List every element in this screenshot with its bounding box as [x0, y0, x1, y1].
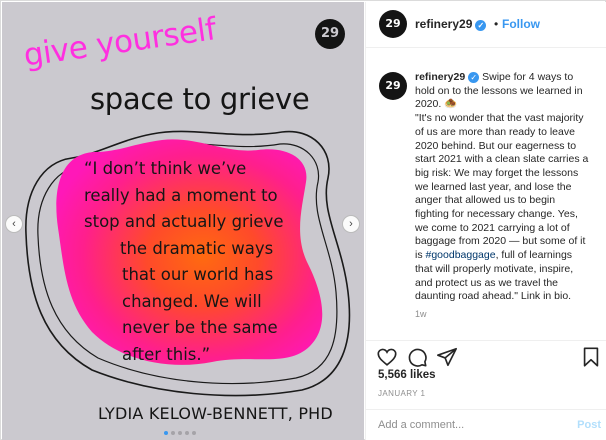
caption-line: fighting for necessary change. Yes, — [415, 208, 578, 221]
caption-username[interactable]: refinery29 — [415, 71, 465, 83]
quote-line: stop and actually grieve — [84, 212, 284, 231]
quote-line: changed. We will — [122, 291, 262, 311]
chevron-left-icon: ‹ — [12, 218, 16, 230]
caption-line-text: is — [415, 249, 426, 262]
verified-badge-icon: ✓ — [468, 72, 480, 83]
quote-line: that our world has — [122, 265, 274, 284]
hashtag-link[interactable]: #goodbaggage — [426, 249, 496, 261]
quote-line: really had a moment to — [84, 185, 278, 205]
quote-line: never be the same — [122, 318, 278, 337]
carousel-dot — [171, 431, 175, 435]
caption-line-text: , full of learnings — [495, 249, 573, 262]
comment-form: Add a comment... Post — [366, 409, 606, 440]
caption-line: anger that allowed us to begin — [415, 194, 556, 207]
carousel-dot — [192, 431, 196, 435]
caption-line: is #goodbaggage, full of learnings — [415, 249, 601, 263]
quote-line: after this.” — [122, 344, 211, 364]
caption-line: hold on to the lessons we learned in — [415, 84, 583, 97]
post-frame: give yourself space to grieve “I don’t t… — [0, 0, 606, 440]
header-separator: • — [494, 17, 499, 31]
bookmark-icon[interactable] — [580, 346, 602, 368]
post-header: 29 refinery29 ✓ • Follow — [366, 2, 606, 48]
heart-icon[interactable] — [376, 346, 398, 368]
caption-line: we come to 2021 carrying a lot of — [415, 221, 570, 234]
carousel-next-button[interactable]: › — [342, 215, 360, 233]
caption-text: refinery29 ✓ Swipe for 4 ways to hold on … — [415, 71, 601, 304]
caption-line: baggage from 2020 — but some of it — [415, 235, 586, 248]
refinery29-logo: 29 — [315, 19, 345, 49]
caption-line: refinery29 ✓ Swipe for 4 ways to — [415, 71, 601, 85]
caption-line: of us are more than ready to leave — [415, 125, 575, 138]
quote-author: LYDIA KELOW-BENNETT, PHD — [98, 404, 333, 423]
carousel-prev-button[interactable]: ‹ — [5, 215, 23, 233]
caption-line-text: Swipe for 4 ways to — [482, 71, 574, 83]
avatar[interactable]: 29 — [379, 10, 407, 38]
caption-line: 2020 behind. But our eagerness to — [415, 139, 577, 152]
post-sidebar: 29 refinery29 ✓ • Follow 29 refinery29 ✓ S… — [365, 2, 606, 440]
chevron-right-icon: › — [349, 218, 353, 230]
caption-line: "It's no wonder that the vast majority — [415, 112, 584, 125]
caption-line: 2020. 🧆 — [415, 98, 458, 111]
quote-text: “I don’t think we’ve really had a moment… — [84, 156, 324, 368]
verified-badge-icon: ✓ — [475, 20, 487, 31]
carousel-dot — [185, 431, 189, 435]
caption-line: that will properly motivate, inspire, — [415, 262, 574, 275]
action-bar — [366, 340, 606, 372]
carousel-dot — [164, 431, 168, 435]
post-comment-button[interactable]: Post — [577, 419, 601, 431]
caption-avatar[interactable]: 29 — [379, 72, 407, 100]
caption-line: big risk: We may forget the lessons — [415, 166, 579, 179]
headline-space-to-grieve: space to grieve — [90, 82, 310, 116]
post-image[interactable]: give yourself space to grieve “I don’t t… — [2, 2, 364, 440]
header-username[interactable]: refinery29 ✓ — [415, 17, 487, 31]
caption-line: daunting road ahead." Link in bio. — [415, 290, 572, 303]
follow-button[interactable]: Follow — [502, 17, 540, 31]
caption-line: we learned last year, and lose the — [415, 180, 572, 193]
caption-timestamp[interactable]: 1w — [415, 309, 427, 319]
carousel-dot — [178, 431, 182, 435]
caption-line: start 2021 with a clean slate carries a — [415, 153, 589, 166]
quote-line: “I don’t think we’ve — [84, 159, 247, 178]
carousel-indicator — [164, 431, 196, 435]
quote-line: the dramatic ways — [120, 238, 274, 258]
username-text[interactable]: refinery29 — [415, 17, 472, 31]
post-date[interactable]: JANUARY 1 — [378, 389, 425, 398]
caption-line: and protect us as we travel the — [415, 276, 558, 289]
like-count[interactable]: 5,566 likes — [378, 369, 436, 381]
share-icon[interactable] — [436, 346, 458, 368]
comment-icon[interactable] — [406, 346, 428, 368]
comment-input[interactable]: Add a comment... — [378, 419, 464, 431]
